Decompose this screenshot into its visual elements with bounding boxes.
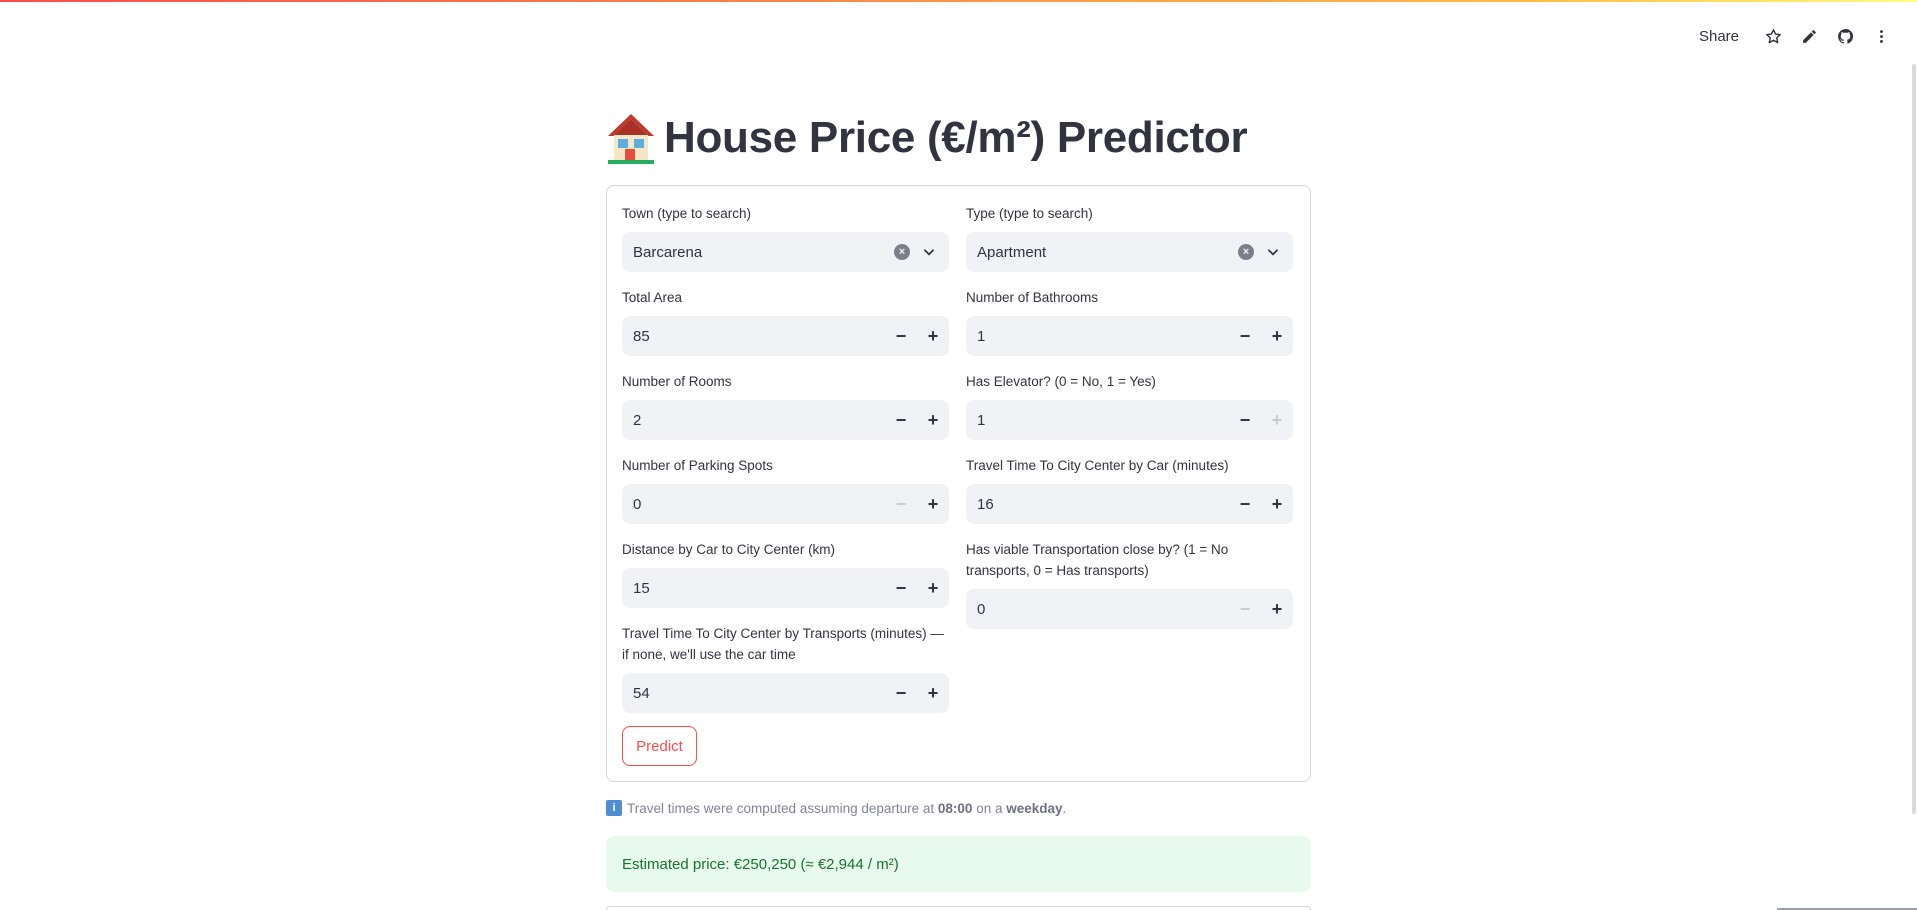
transport-time-label: Travel Time To City Center by Transports… xyxy=(622,626,944,662)
distance-label: Distance by Car to City Center (km) xyxy=(622,542,836,557)
note-middle: on a xyxy=(976,800,1003,816)
total-area-input[interactable]: 85 − + xyxy=(622,316,949,356)
bathrooms-input[interactable]: 1 − + xyxy=(966,316,1293,356)
decrement-button[interactable]: − xyxy=(885,400,917,440)
elevator-value[interactable]: 1 xyxy=(977,412,1229,429)
increment-button[interactable]: + xyxy=(917,484,949,524)
prediction-form: Town (type to search) Barcarena × Type (… xyxy=(606,185,1311,782)
town-field: Town (type to search) Barcarena × xyxy=(622,203,949,272)
decrement-button[interactable]: − xyxy=(885,316,917,356)
decrement-button[interactable]: − xyxy=(885,568,917,608)
clear-icon[interactable]: × xyxy=(894,244,910,260)
decrement-button-disabled: − xyxy=(1239,598,1251,619)
car-time-label: Travel Time To City Center by Car (minut… xyxy=(966,458,1229,473)
transport-time-input[interactable]: 54 − + xyxy=(622,673,949,713)
info-icon: i xyxy=(606,800,622,816)
town-select[interactable]: Barcarena × xyxy=(622,232,949,272)
increment-button-disabled: + xyxy=(1271,409,1283,430)
distance-value[interactable]: 15 xyxy=(633,580,885,597)
transport-available-label: Has viable Transportation close by? (1 =… xyxy=(966,542,1229,578)
rooms-input[interactable]: 2 − + xyxy=(622,400,949,440)
distance-input[interactable]: 15 − + xyxy=(622,568,949,608)
increment-button[interactable]: + xyxy=(917,673,949,713)
estimated-price-text: Estimated price: €250,250 (≈ €2,944 / m²… xyxy=(622,855,899,873)
app-toolbar: Share xyxy=(1699,22,1899,50)
next-section-border xyxy=(606,906,1311,910)
transport-available-value[interactable]: 0 xyxy=(977,601,1229,618)
rooms-value[interactable]: 2 xyxy=(633,412,885,429)
increment-button[interactable]: + xyxy=(917,400,949,440)
increment-button[interactable]: + xyxy=(1261,484,1293,524)
car-time-value[interactable]: 16 xyxy=(977,496,1229,513)
distance-field: Distance by Car to City Center (km) 15 −… xyxy=(622,539,949,608)
car-time-input[interactable]: 16 − + xyxy=(966,484,1293,524)
transport-available-field: Has viable Transportation close by? (1 =… xyxy=(966,539,1293,629)
decrement-button[interactable]: − xyxy=(1229,316,1261,356)
type-value: Apartment xyxy=(977,243,1047,261)
type-label: Type (type to search) xyxy=(966,206,1093,221)
type-select[interactable]: Apartment × xyxy=(966,232,1293,272)
github-icon[interactable] xyxy=(1827,22,1863,50)
rooms-field: Number of Rooms 2 − + xyxy=(622,371,949,440)
total-area-value[interactable]: 85 xyxy=(633,328,885,345)
elevator-label: Has Elevator? (0 = No, 1 = Yes) xyxy=(966,374,1156,389)
total-area-label: Total Area xyxy=(622,290,683,305)
page-title-text: House Price (€/m²) Predictor xyxy=(664,113,1248,162)
increment-button[interactable]: + xyxy=(917,316,949,356)
star-icon[interactable] xyxy=(1755,22,1791,50)
bathrooms-label: Number of Bathrooms xyxy=(966,290,1099,305)
predict-button[interactable]: Predict xyxy=(622,726,697,766)
type-field: Type (type to search) Apartment × xyxy=(966,203,1293,272)
scrollbar[interactable] xyxy=(1912,64,1916,814)
town-label: Town (type to search) xyxy=(622,206,752,221)
decrement-button[interactable]: − xyxy=(1229,484,1261,524)
note-prefix: Travel times were computed assuming depa… xyxy=(627,800,935,816)
bathrooms-value[interactable]: 1 xyxy=(977,328,1229,345)
estimated-price-alert: Estimated price: €250,250 (≈ €2,944 / m²… xyxy=(606,836,1311,892)
pencil-icon[interactable] xyxy=(1791,22,1827,50)
clear-icon[interactable]: × xyxy=(1238,244,1254,260)
house-emoji-icon xyxy=(608,114,654,164)
parking-input[interactable]: 0 − + xyxy=(622,484,949,524)
note-time: 08:00 xyxy=(937,800,973,816)
car-time-field: Travel Time To City Center by Car (minut… xyxy=(966,455,1293,524)
chevron-down-icon[interactable] xyxy=(920,243,938,261)
transport-time-value[interactable]: 54 xyxy=(633,685,885,702)
transport-time-field: Travel Time To City Center by Transports… xyxy=(622,623,949,713)
share-button[interactable]: Share xyxy=(1699,28,1739,45)
parking-label: Number of Parking Spots xyxy=(622,458,773,473)
parking-field: Number of Parking Spots 0 − + xyxy=(622,455,949,524)
decrement-button[interactable]: − xyxy=(885,673,917,713)
increment-button[interactable]: + xyxy=(917,568,949,608)
bathrooms-field: Number of Bathrooms 1 − + xyxy=(966,287,1293,356)
note-day: weekday xyxy=(1006,800,1063,816)
total-area-field: Total Area 85 − + xyxy=(622,287,949,356)
town-value: Barcarena xyxy=(633,243,703,261)
note-suffix: . xyxy=(1062,800,1067,816)
transport-available-input[interactable]: 0 − + xyxy=(966,589,1293,629)
increment-button[interactable]: + xyxy=(1261,316,1293,356)
rooms-label: Number of Rooms xyxy=(622,374,732,389)
chevron-down-icon[interactable] xyxy=(1264,243,1282,261)
page-title: House Price (€/m²) Predictor xyxy=(606,112,1248,164)
elevator-input[interactable]: 1 − + xyxy=(966,400,1293,440)
more-vertical-icon[interactable] xyxy=(1863,22,1899,50)
parking-value[interactable]: 0 xyxy=(633,496,885,513)
decrement-button-disabled: − xyxy=(895,493,907,514)
elevator-field: Has Elevator? (0 = No, 1 = Yes) 1 − + xyxy=(966,371,1293,440)
travel-times-note: i Travel times were computed assuming de… xyxy=(606,800,1066,816)
decrement-button[interactable]: − xyxy=(1229,400,1261,440)
increment-button[interactable]: + xyxy=(1261,589,1293,629)
top-decoration-bar xyxy=(0,0,1917,2)
